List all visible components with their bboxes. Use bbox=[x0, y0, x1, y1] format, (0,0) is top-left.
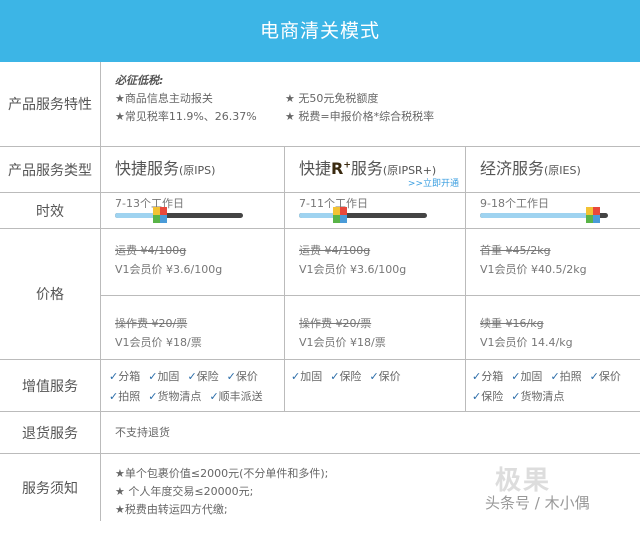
check-icon: ✓ bbox=[589, 370, 599, 383]
value-added-label: 货物清点 bbox=[157, 390, 202, 403]
check-icon: ✓ bbox=[291, 370, 301, 383]
old-price: 首重 ¥45/2kg bbox=[480, 244, 551, 257]
row-label: 产品服务特性 bbox=[0, 62, 101, 146]
value-added-item: ✓分箱 bbox=[472, 368, 503, 386]
type-name: 服务 bbox=[350, 159, 383, 178]
member-price: V1会员价 ¥40.5/2kg bbox=[480, 263, 587, 276]
feature-item: ★商品信息主动报关 bbox=[115, 92, 213, 105]
timing-bar bbox=[480, 207, 608, 223]
value-added-item: ✓分箱 bbox=[109, 368, 140, 386]
price-row: 价格 运费 ¥4/100g V1会员价 ¥3.6/100g 操作费 ¥20/票 V1… bbox=[0, 229, 640, 360]
value-added-label: 加固 bbox=[300, 370, 323, 383]
value-added-item: ✓顺丰派送 bbox=[209, 388, 262, 406]
check-icon: ✓ bbox=[472, 370, 482, 383]
value-added-label: 保险 bbox=[196, 370, 219, 383]
value-added-label: 货物清点 bbox=[520, 390, 565, 403]
feature-item: ★ 无50元免税额度 bbox=[285, 92, 379, 105]
timing-row: 时效 7-13个工作日 7-11个工作日 9-18个工作日 bbox=[0, 193, 640, 229]
row-label: 增值服务 bbox=[0, 360, 101, 411]
returns-text: 不支持退货 bbox=[115, 426, 170, 439]
value-added-item: ✓加固 bbox=[511, 368, 542, 386]
member-price: V1会员价 14.4/kg bbox=[480, 336, 573, 349]
row-label: 时效 bbox=[0, 193, 101, 228]
value-added-label: 保险 bbox=[481, 390, 504, 403]
value-added-label: 加固 bbox=[157, 370, 180, 383]
timing-text: 7-13个工作日 bbox=[115, 197, 184, 210]
value-added-item: ✓保价 bbox=[227, 368, 258, 386]
check-icon: ✓ bbox=[109, 370, 119, 383]
value-added-item: ✓加固 bbox=[148, 368, 179, 386]
row-label: 退货服务 bbox=[0, 412, 101, 453]
old-price: 操作费 ¥20/票 bbox=[115, 317, 188, 330]
value-added-item: ✓加固 bbox=[291, 368, 322, 386]
row-label: 价格 bbox=[0, 229, 101, 359]
member-price: V1会员价 ¥3.6/100g bbox=[299, 263, 407, 276]
member-price: V1会员价 ¥3.6/100g bbox=[115, 263, 223, 276]
page-title: 电商清关模式 bbox=[0, 0, 640, 62]
value-added-label: 顺丰派送 bbox=[218, 390, 263, 403]
watermark-text: 头条号 / 木小偶 bbox=[485, 494, 590, 512]
value-added-item: ✓货物清点 bbox=[148, 388, 201, 406]
timing-text: 9-18个工作日 bbox=[480, 197, 549, 210]
r-plus-sup: + bbox=[343, 160, 351, 171]
timing-bar bbox=[115, 207, 243, 223]
check-icon: ✓ bbox=[187, 370, 197, 383]
value-added-label: 拍照 bbox=[559, 370, 582, 383]
activate-link[interactable]: >>立即开通 bbox=[408, 176, 459, 189]
pinwheel-icon bbox=[152, 207, 167, 223]
row-label: 服务须知 bbox=[0, 454, 101, 521]
value-added-item: ✓保险 bbox=[187, 368, 218, 386]
row-label: 产品服务类型 bbox=[0, 147, 101, 192]
type-name: 快捷服务 bbox=[115, 159, 180, 178]
check-icon: ✓ bbox=[209, 390, 219, 403]
features-row: 产品服务特性 必征低税: ★商品信息主动报关 ★ 无50元免税额度 ★常见税率1… bbox=[0, 62, 640, 147]
check-icon: ✓ bbox=[472, 390, 482, 403]
old-price: 运费 ¥4/100g bbox=[299, 244, 371, 257]
type-orig: (原IPS) bbox=[179, 164, 216, 177]
value-added-label: 分箱 bbox=[118, 370, 141, 383]
value-added-label: 分箱 bbox=[481, 370, 504, 383]
value-added-item: ✓货物清点 bbox=[511, 388, 564, 406]
returns-row: 退货服务 不支持退货 bbox=[0, 412, 640, 454]
type-orig: (原IES) bbox=[544, 164, 581, 177]
old-price: 操作费 ¥20/票 bbox=[299, 317, 372, 330]
value-added-item: ✓保价 bbox=[590, 368, 621, 386]
type-name: 经济服务 bbox=[480, 159, 545, 178]
member-price: V1会员价 ¥18/票 bbox=[115, 336, 202, 349]
value-added-label: 加固 bbox=[520, 370, 543, 383]
value-added-item: ✓保险 bbox=[330, 368, 361, 386]
feature-item: ★ 税费=申报价格*综合税税率 bbox=[285, 110, 435, 123]
value-added-label: 保价 bbox=[378, 370, 401, 383]
value-added-label: 保险 bbox=[339, 370, 362, 383]
type-name: 快捷 bbox=[299, 159, 332, 178]
value-added-label: 保价 bbox=[235, 370, 258, 383]
check-icon: ✓ bbox=[550, 370, 560, 383]
pinwheel-icon bbox=[585, 207, 600, 223]
check-icon: ✓ bbox=[369, 370, 379, 383]
pinwheel-icon bbox=[332, 207, 347, 223]
value-added-row: 增值服务 ✓分箱 ✓加固 ✓保险 ✓保价✓拍照 ✓货物清点 ✓顺丰派送 ✓加固 ✓保险 ✓保价… bbox=[0, 360, 640, 412]
value-added-item: ✓保价 bbox=[369, 368, 400, 386]
old-price: 运费 ¥4/100g bbox=[115, 244, 187, 257]
member-price: V1会员价 ¥18/票 bbox=[299, 336, 386, 349]
feature-item: ★常见税率11.9%、26.37% bbox=[115, 110, 257, 123]
old-price: 续重 ¥16/kg bbox=[480, 317, 544, 330]
value-added-item: ✓拍照 bbox=[550, 368, 581, 386]
value-added-item: ✓拍照 bbox=[109, 388, 140, 406]
check-icon: ✓ bbox=[226, 370, 236, 383]
value-added-item: ✓保险 bbox=[472, 388, 503, 406]
types-row: 产品服务类型 快捷服务(原IPS) 快捷R+服务(原IPSR+) >>立即开通 … bbox=[0, 147, 640, 193]
r-plus-logo: R bbox=[331, 159, 344, 178]
value-added-label: 拍照 bbox=[118, 390, 141, 403]
timing-bar bbox=[299, 207, 427, 223]
features-heading: 必征低税: bbox=[115, 74, 164, 87]
value-added-label: 保价 bbox=[598, 370, 621, 383]
check-icon: ✓ bbox=[109, 390, 119, 403]
